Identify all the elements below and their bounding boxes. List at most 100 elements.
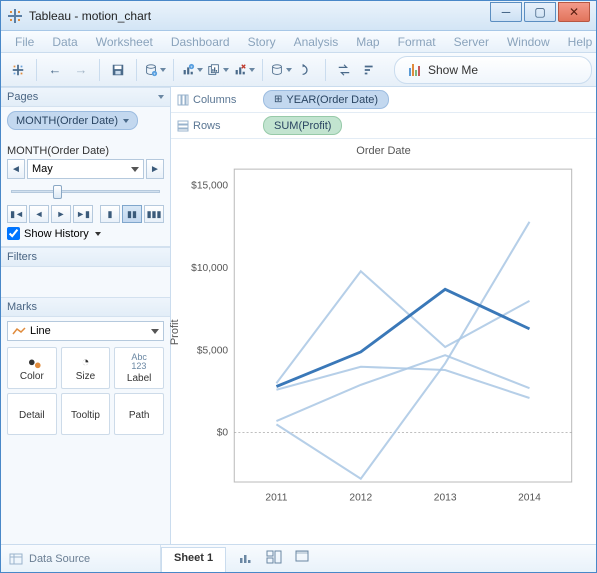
columns-shelf[interactable]: Columns ⊞ YEAR(Order Date)	[171, 87, 596, 113]
svg-text:+: +	[153, 71, 156, 76]
close-button[interactable]: ✕	[558, 2, 590, 22]
chart-view: Order Date Profit $0$5,000$10,000$15,000…	[171, 139, 596, 544]
swap-button[interactable]	[333, 59, 355, 81]
play-forward-button[interactable]: ►	[51, 205, 71, 223]
menu-window[interactable]: Window	[499, 33, 558, 51]
page-next-button[interactable]: ►	[146, 159, 164, 179]
menu-dashboard[interactable]: Dashboard	[163, 33, 238, 51]
window-title: Tableau - motion_chart	[29, 9, 490, 23]
marks-shelf-header: Marks	[1, 297, 170, 317]
mark-tooltip-card[interactable]: Tooltip	[61, 393, 111, 435]
svg-text:2014: 2014	[518, 492, 541, 503]
mark-label-card[interactable]: Abc123Label	[114, 347, 164, 389]
pages-pill-label: MONTH(Order Date)	[16, 115, 118, 127]
new-worksheet-icon[interactable]	[238, 550, 254, 567]
marks-label: Marks	[7, 301, 37, 313]
menu-data[interactable]: Data	[44, 33, 85, 51]
page-value-select[interactable]: May	[27, 159, 144, 179]
rows-shelf[interactable]: Rows SUM(Profit)	[171, 113, 596, 139]
speed-3-button[interactable]: ▮▮▮	[144, 205, 164, 223]
label-icon: Abc123	[131, 353, 147, 371]
menu-help[interactable]: Help	[560, 33, 597, 51]
columns-pill-label: YEAR(Order Date)	[286, 94, 378, 106]
chart-title: Order Date	[171, 139, 596, 159]
speed-1-button[interactable]: ▮	[100, 205, 120, 223]
minimize-button[interactable]: ─	[490, 2, 522, 22]
show-me-button[interactable]: Show Me	[394, 56, 592, 84]
new-dashboard-icon[interactable]	[266, 550, 282, 567]
svg-text:2011: 2011	[265, 492, 287, 503]
page-current-value: May	[32, 163, 53, 175]
menu-map[interactable]: Map	[348, 33, 387, 51]
save-button[interactable]	[107, 59, 129, 81]
filters-shelf[interactable]	[1, 267, 170, 297]
rows-pill-label: SUM(Profit)	[274, 120, 331, 132]
mark-detail-card[interactable]: Detail	[7, 393, 57, 435]
sheet-tab-label: Sheet 1	[174, 552, 213, 564]
menu-worksheet[interactable]: Worksheet	[88, 33, 161, 51]
columns-pill-year[interactable]: ⊞ YEAR(Order Date)	[263, 90, 389, 109]
size-icon: ◔	[82, 354, 90, 369]
menu-format[interactable]: Format	[390, 33, 444, 51]
plus-icon: ⊞	[274, 94, 282, 105]
columns-shelf-label: Columns	[177, 94, 257, 106]
show-me-icon	[409, 64, 420, 76]
skip-forward-button[interactable]: ►▮	[73, 205, 93, 223]
back-button[interactable]: ←	[44, 59, 66, 81]
autoupdate-button[interactable]	[270, 59, 292, 81]
tableau-logo-icon[interactable]	[7, 59, 29, 81]
speed-2-button[interactable]: ▮▮	[122, 205, 142, 223]
show-history-label: Show History	[24, 228, 89, 240]
pages-menu-icon[interactable]	[158, 95, 164, 99]
page-slider[interactable]	[7, 183, 164, 201]
new-story-icon[interactable]	[294, 550, 310, 567]
filters-label: Filters	[7, 251, 37, 263]
datasource-icon	[9, 552, 23, 566]
menu-file[interactable]: File	[7, 33, 42, 51]
svg-text:2012: 2012	[349, 492, 372, 503]
rows-pill-profit[interactable]: SUM(Profit)	[263, 116, 342, 135]
svg-text:$5,000: $5,000	[197, 345, 229, 356]
mark-type-label: Line	[30, 325, 51, 337]
menu-story[interactable]: Story	[240, 33, 284, 51]
pages-shelf-header: Pages	[1, 87, 170, 107]
menu-analysis[interactable]: Analysis	[286, 33, 347, 51]
rows-shelf-label: Rows	[177, 120, 257, 132]
show-me-label: Show Me	[428, 63, 478, 77]
pages-control: MONTH(Order Date) ◄ May ► ▮◄ ◄ ► ►▮	[1, 139, 170, 247]
show-history-checkbox[interactable]	[7, 227, 20, 240]
new-datasource-button[interactable]: +	[144, 59, 166, 81]
sheet-tab[interactable]: Sheet 1	[161, 547, 226, 572]
chart-plot[interactable]: $0 $5,000 $10,000 $15,000 2011 2012 2013 2014	[177, 163, 586, 511]
forward-button[interactable]: →	[70, 59, 92, 81]
skip-back-button[interactable]: ▮◄	[7, 205, 27, 223]
line-icon	[12, 326, 26, 336]
data-source-label: Data Source	[29, 553, 90, 565]
mark-type-select[interactable]: Line	[7, 321, 164, 341]
page-prev-button[interactable]: ◄	[7, 159, 25, 179]
app-icon	[7, 8, 23, 24]
data-source-tab[interactable]: Data Source	[1, 545, 161, 572]
svg-text:$10,000: $10,000	[191, 263, 228, 274]
new-worksheet-button[interactable]: +	[181, 59, 203, 81]
color-icon: ●●	[28, 354, 36, 369]
play-back-button[interactable]: ◄	[29, 205, 49, 223]
pages-label: Pages	[7, 91, 38, 103]
pages-pill[interactable]: MONTH(Order Date)	[7, 111, 138, 130]
maximize-button[interactable]: ▢	[524, 2, 556, 22]
mark-size-card[interactable]: ◔Size	[61, 347, 111, 389]
menu-server[interactable]: Server	[446, 33, 497, 51]
mark-color-card[interactable]: ●●Color	[7, 347, 57, 389]
show-history-toggle[interactable]: Show History	[7, 227, 164, 240]
clear-sheet-button[interactable]	[233, 59, 255, 81]
svg-text:+: +	[190, 64, 193, 69]
svg-text:$15,000: $15,000	[191, 181, 228, 192]
svg-text:$0: $0	[217, 428, 229, 439]
filters-shelf-header: Filters	[1, 247, 170, 267]
mark-path-card[interactable]: Path	[114, 393, 164, 435]
duplicate-sheet-button[interactable]	[207, 59, 229, 81]
run-update-button[interactable]	[296, 59, 318, 81]
svg-text:2013: 2013	[434, 492, 457, 503]
sort-asc-button[interactable]	[359, 59, 381, 81]
toolbar: ← → + + Show Me	[1, 53, 596, 87]
